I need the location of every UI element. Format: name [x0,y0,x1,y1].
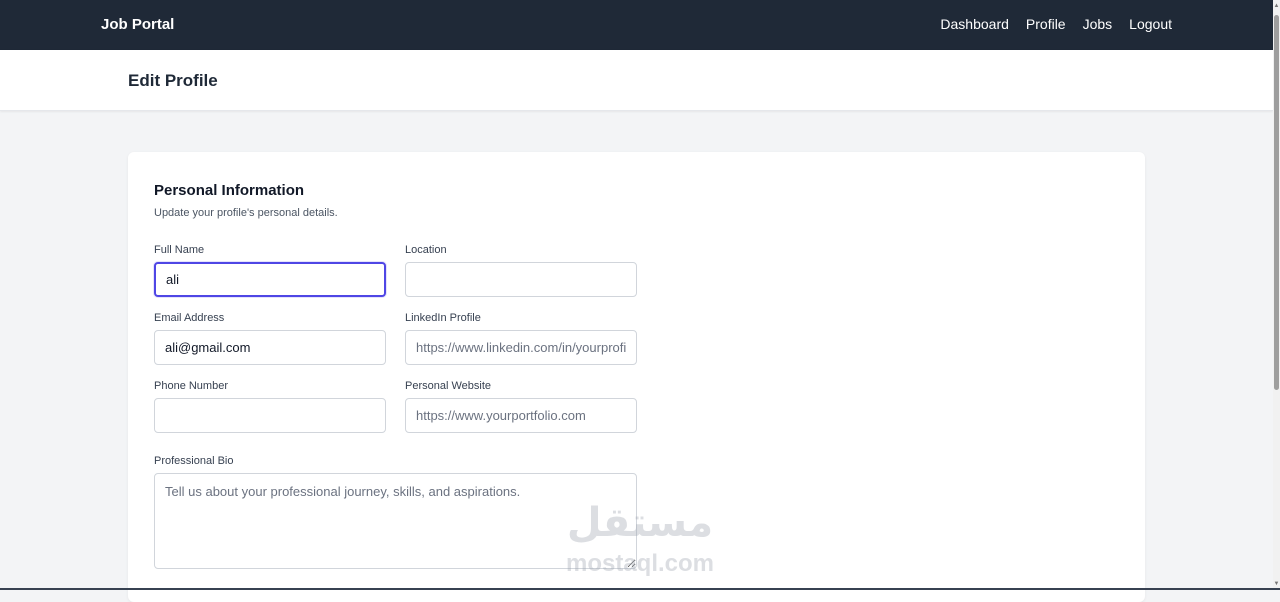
phone-field: Phone Number [154,380,386,433]
email-label: Email Address [154,312,386,324]
nav-links: Dashboard Profile Jobs Logout [940,16,1172,32]
bio-textarea[interactable] [154,473,637,569]
location-field: Location [405,244,637,297]
full-name-input[interactable] [154,262,386,297]
nav-link-jobs[interactable]: Jobs [1083,16,1113,32]
bio-label: Professional Bio [154,455,637,467]
section-description: Update your profile's personal details. [154,207,338,219]
page-header: Edit Profile [0,50,1273,111]
website-label: Personal Website [405,380,637,392]
page-title: Edit Profile [128,71,218,91]
top-navbar: Job Portal Dashboard Profile Jobs Logout [0,0,1273,50]
scroll-thumb[interactable] [1274,15,1279,390]
personal-info-card: Personal Information Update your profile… [128,152,1145,602]
linkedin-input[interactable] [405,330,637,365]
location-input[interactable] [405,262,637,297]
email-input[interactable] [154,330,386,365]
bio-field: Professional Bio [154,455,637,574]
phone-label: Phone Number [154,380,386,392]
nav-link-logout[interactable]: Logout [1129,16,1172,32]
section-title: Personal Information [154,182,304,199]
phone-input[interactable] [154,398,386,433]
brand-logo[interactable]: Job Portal [101,16,174,33]
scroll-down-arrow-icon[interactable]: ▼ [1273,580,1280,588]
email-field: Email Address [154,312,386,365]
full-name-label: Full Name [154,244,386,256]
website-field: Personal Website [405,380,637,433]
linkedin-field: LinkedIn Profile [405,312,637,365]
scroll-up-arrow-icon[interactable]: ▲ [1273,2,1280,10]
linkedin-label: LinkedIn Profile [405,312,637,324]
full-name-field: Full Name [154,244,386,297]
nav-link-profile[interactable]: Profile [1026,16,1066,32]
website-input[interactable] [405,398,637,433]
nav-link-dashboard[interactable]: Dashboard [940,16,1009,32]
location-label: Location [405,244,637,256]
page-scrollbar[interactable]: ▲ ▼ [1273,0,1280,590]
